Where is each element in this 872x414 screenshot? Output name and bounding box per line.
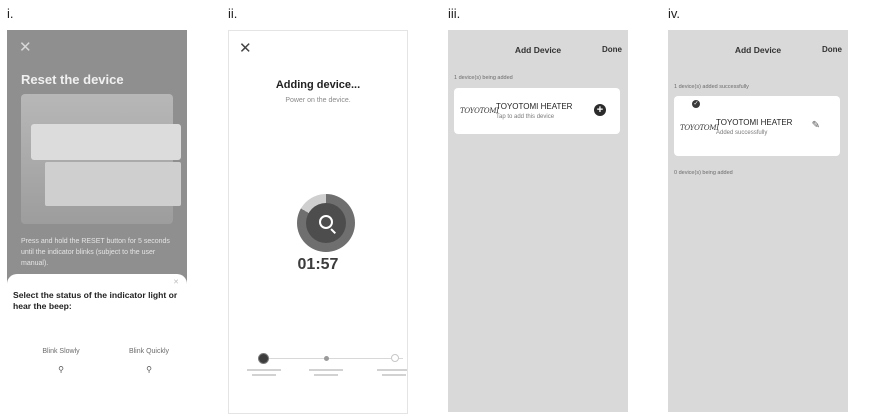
- devices-being-added-note: 1 device(s) being added: [454, 75, 513, 81]
- blink-quickly-label: Blink Quickly: [128, 348, 170, 355]
- devices-added-note: 1 device(s) added successfully: [674, 84, 749, 90]
- reset-device-screen: ✕ Reset the device Press and hold the RE…: [7, 30, 187, 412]
- indicator-question: Select the status of the indicator light…: [13, 290, 178, 311]
- brand-logo: TOYOTOMI: [680, 124, 719, 132]
- device-card[interactable]: TOYOTOMI TOYOTOMI HEATER Tap to add this…: [454, 88, 620, 134]
- page-subtitle: Power on the device.: [285, 97, 351, 104]
- light-bulb-icon: ⚲: [58, 365, 64, 374]
- step-indicator-2: [324, 356, 329, 361]
- reset-instructions: Press and hold the RESET button for 5 se…: [21, 238, 170, 267]
- heater-top-shape: [31, 124, 181, 160]
- blink-quickly-option[interactable]: Blink Quickly ⚲: [119, 348, 179, 374]
- light-bulb-icon: ⚲: [146, 365, 152, 374]
- step-indicator-1: [258, 353, 269, 364]
- device-image: [21, 94, 181, 224]
- heater-body-shape: [45, 162, 181, 206]
- page-title: Reset the device: [21, 72, 124, 87]
- search-badge: [306, 203, 346, 243]
- device-subtitle: Added successfully: [716, 130, 768, 136]
- panel-label-i: i.: [7, 6, 14, 21]
- step-progress-line: [263, 358, 403, 359]
- add-device-screen: Add Device Done 1 device(s) being added …: [448, 30, 628, 412]
- brand-logo: TOYOTOMI: [460, 107, 499, 115]
- search-icon: [319, 215, 333, 229]
- step-label-1: [247, 369, 281, 377]
- indicator-status-sheet: ✕ Select the status of the indicator lig…: [7, 274, 187, 412]
- done-button[interactable]: Done: [602, 45, 622, 54]
- edit-icon[interactable]: ✎: [812, 120, 820, 131]
- device-card[interactable]: ✓ TOYOTOMI TOYOTOMI HEATER Added success…: [674, 96, 840, 156]
- close-icon[interactable]: ✕: [239, 41, 252, 56]
- check-badge-icon: ✓: [692, 100, 700, 108]
- panel-label-iv: iv.: [668, 6, 681, 21]
- devices-pending-note: 0 device(s) being added: [674, 170, 733, 176]
- done-button[interactable]: Done: [822, 45, 842, 54]
- page-title: Adding device...: [275, 79, 361, 91]
- panel-label-iii: iii.: [448, 6, 461, 21]
- nav-title: Add Device: [734, 45, 782, 55]
- close-icon[interactable]: ✕: [19, 40, 32, 55]
- adding-device-screen: ✕ Adding device... Power on the device. …: [228, 30, 408, 414]
- progress-ring: [297, 194, 355, 252]
- sheet-close-icon[interactable]: ✕: [173, 278, 179, 286]
- blink-slowly-option[interactable]: Blink Slowly ⚲: [31, 348, 91, 374]
- device-name: TOYOTOMI HEATER: [496, 102, 573, 111]
- nav-title: Add Device: [514, 45, 562, 55]
- step-label-2: [309, 369, 343, 377]
- add-device-success-screen: Add Device Done 1 device(s) added succes…: [668, 30, 848, 412]
- panel-label-ii: ii.: [228, 6, 238, 21]
- device-subtitle: Tap to add this device: [496, 114, 555, 120]
- plus-circle-icon[interactable]: +: [594, 104, 606, 116]
- device-name: TOYOTOMI HEATER: [716, 118, 793, 127]
- blink-slowly-label: Blink Slowly: [42, 348, 80, 355]
- search-icon-handle: [330, 228, 337, 235]
- countdown-timer: 01:57: [297, 256, 339, 273]
- step-indicator-3: [391, 354, 399, 362]
- step-label-3: [377, 369, 407, 377]
